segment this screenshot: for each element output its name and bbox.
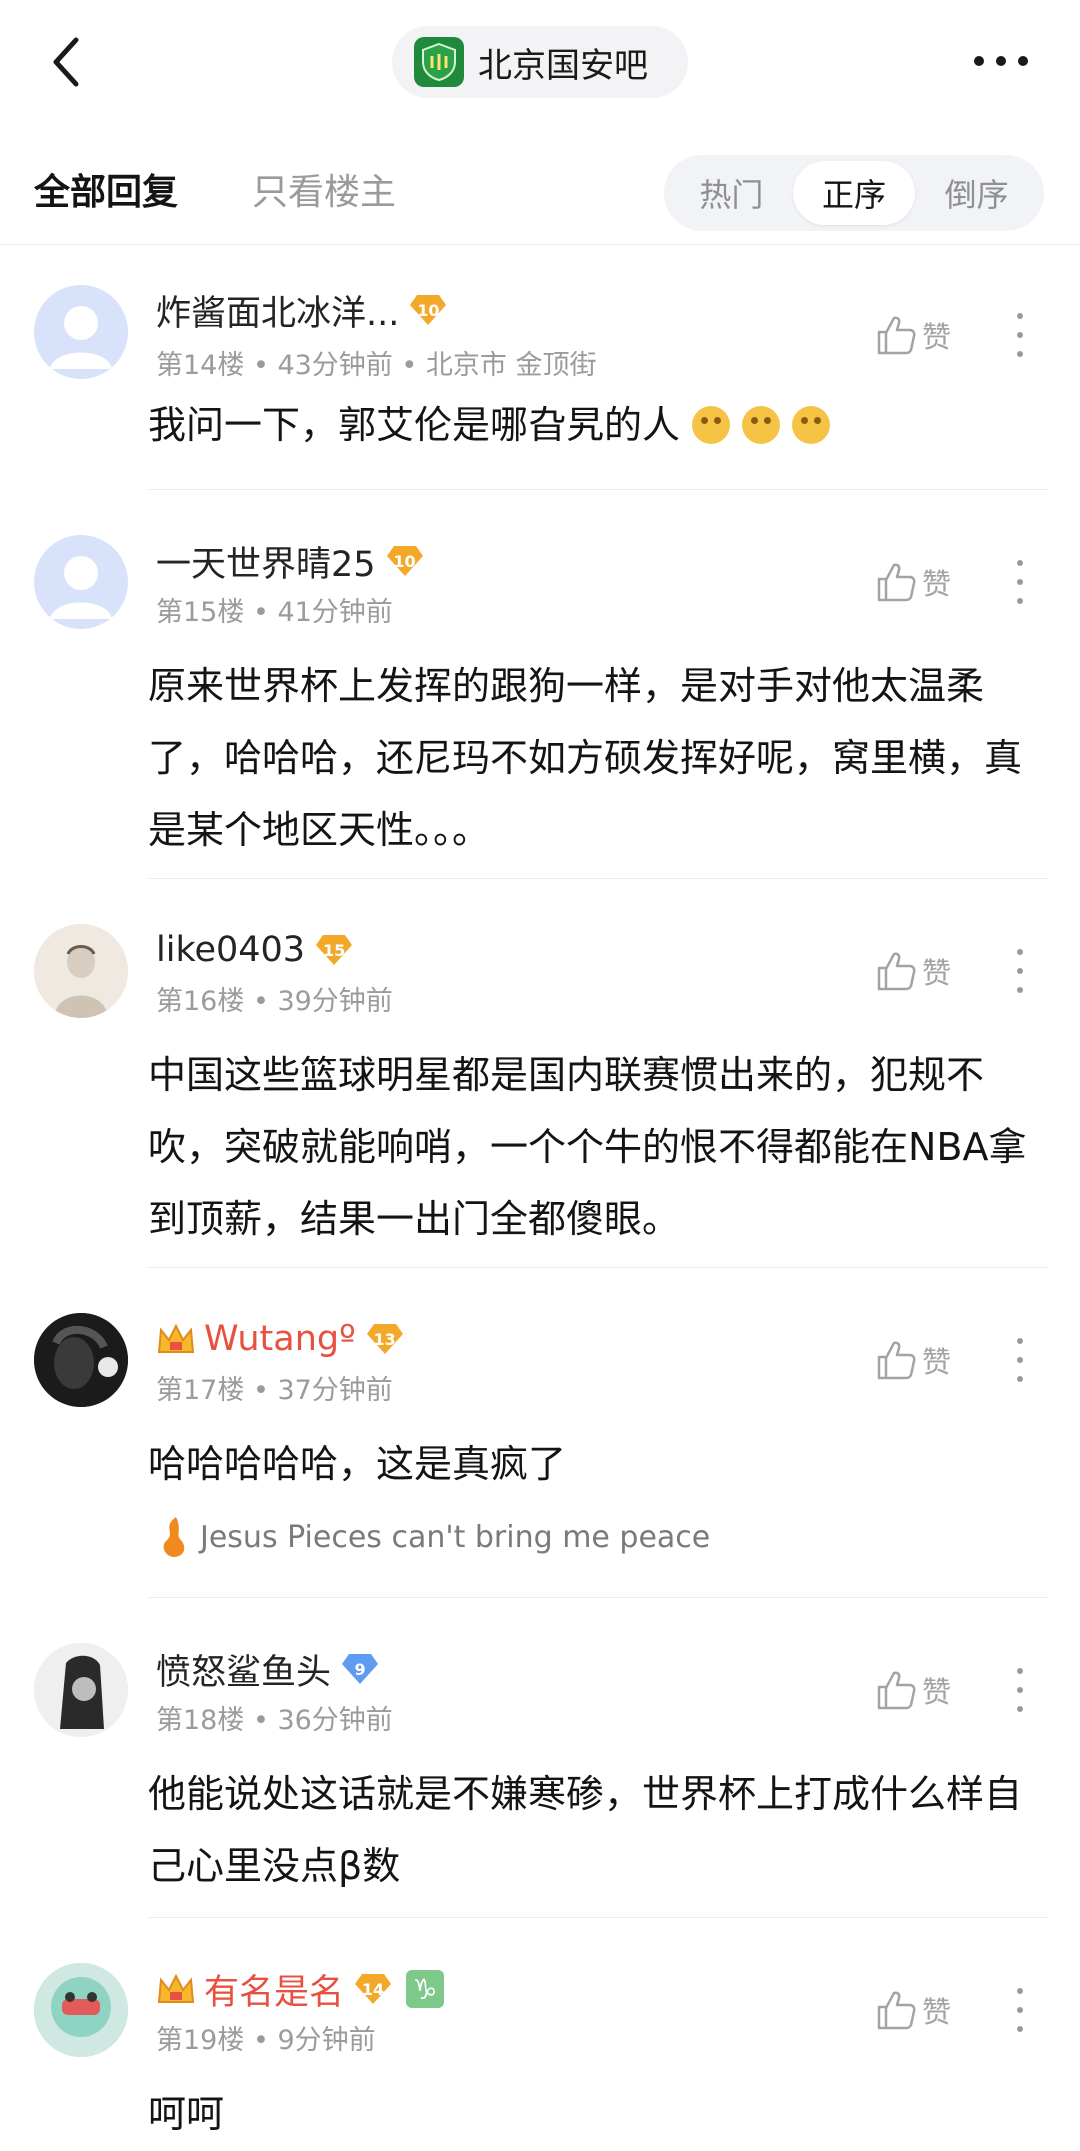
thumbs-up-icon [877,1671,916,1710]
forum-link[interactable]: 北京国安吧 [392,26,688,98]
comment-more-button[interactable] [1008,305,1032,365]
level-badge: 13 [366,1322,404,1356]
level-badge: 9 [341,1652,379,1686]
thumbs-up-icon [877,952,916,991]
comment-item: 愤怒鲨鱼头 9 第18楼 • 36分钟前 赞 他能说处这话就是不嫌寒碜，世界杯上… [0,1598,1080,1918]
post-time: 39分钟前 [277,986,393,1017]
username[interactable]: 有名是名 [204,1964,344,2015]
comment-meta: 第14楼 • 43分钟前 • 北京市 金顶街 [156,350,597,381]
signature: Jesus Pieces can't bring me peace [156,1512,710,1562]
thumbs-up-icon [877,563,916,602]
comment-more-button[interactable] [1008,1330,1032,1390]
comment-text: 他能说处这话就是不嫌寒碜，世界杯上打成什么样自己心里没点β数 [148,1772,1023,1888]
comment-item: 有名是名 14 ♑ 第19楼 • 9分钟前 赞 呵呵 [0,1918,1080,2151]
comment-text: 呵呵 [148,2092,225,2136]
floor-number: 第18楼 [156,1705,245,1736]
thumbs-up-icon [877,316,916,355]
post-time: 41分钟前 [277,597,393,628]
username[interactable]: Wutangº [204,1319,356,1359]
comment-more-button[interactable] [1008,1980,1032,2040]
like-button[interactable]: 赞 [876,310,966,360]
comment-meta: 第16楼 • 39分钟前 [156,986,393,1017]
crown-icon [156,1322,196,1356]
back-button[interactable] [40,30,90,94]
avatar[interactable] [34,924,128,1018]
comment-item: 炸酱面北冰洋... 10 第14楼 • 43分钟前 • 北京市 金顶街 赞 我问… [0,245,1080,490]
floor-number: 第19楼 [156,2025,245,2056]
like-button[interactable]: 赞 [876,1985,966,2035]
comment-meta: 第15楼 • 41分钟前 [156,597,393,628]
comment-text: 我问一下，郭艾伦是哪旮旯的人 [148,389,1048,461]
level-badge: 10 [409,293,447,327]
username[interactable]: 愤怒鲨鱼头 [156,1644,331,1695]
like-button[interactable]: 赞 [876,946,966,996]
capricorn-zodiac-icon: ♑ [406,1970,445,2008]
avatar[interactable] [34,535,128,629]
comment-meta: 第18楼 • 36分钟前 [156,1705,393,1736]
username-row: 有名是名 14 ♑ [156,1964,445,2015]
level-badge: 15 [315,933,353,967]
level-badge: 10 [386,544,424,578]
thumbs-up-icon [877,1991,916,2030]
sort-toggle: 热门 正序 倒序 [664,155,1044,231]
username[interactable]: 炸酱面北冰洋... [156,285,399,336]
username-row: 一天世界晴25 10 [156,536,424,587]
sort-ascending-button[interactable]: 正序 [792,161,916,225]
like-button[interactable]: 赞 [876,1665,966,1715]
chevron-left-icon [53,37,79,87]
post-time: 9分钟前 [277,2025,376,2056]
comment-text: 中国这些篮球明星都是国内联赛惯出来的，犯规不吹，突破就能响哨，一个个牛的恨不得都… [148,1053,1027,1241]
tab-all-replies[interactable]: 全部回复 [34,163,178,215]
smile-emoji-icon [792,406,831,444]
top-bar: 北京国安吧 [0,0,1080,125]
comment-meta: 第19楼 • 9分钟前 [156,2025,376,2056]
location: 北京市 金顶街 [425,350,597,381]
like-button[interactable]: 赞 [876,1335,966,1385]
smile-emoji-icon [692,406,731,444]
comment-text: 原来世界杯上发挥的跟狗一样，是对手对他太温柔了，哈哈哈，还尼玛不如方硕发挥好呢，… [148,664,1023,852]
username[interactable]: like0403 [156,930,305,970]
comment-more-button[interactable] [1008,552,1032,612]
post-time: 43分钟前 [277,350,393,381]
comment-more-button[interactable] [1008,1660,1032,1720]
smile-emoji-icon [742,406,781,444]
avatar[interactable] [34,1643,128,1737]
level-badge: 14 [354,1972,392,2006]
username[interactable]: 一天世界晴25 [156,536,376,587]
thumbs-up-icon [877,1341,916,1380]
more-horizontal-icon [974,56,1028,66]
username-row: 炸酱面北冰洋... 10 [156,285,447,336]
sort-hot-button[interactable]: 热门 [670,161,793,225]
floor-number: 第15楼 [156,597,245,628]
username-row: Wutangº 13 [156,1316,404,1362]
comment-more-button[interactable] [1008,941,1032,1001]
username-row: 愤怒鲨鱼头 9 [156,1644,379,1695]
floor-number: 第17楼 [156,1375,245,1406]
forum-logo-icon [414,37,464,87]
comment-item: Wutangº 13 第17楼 • 37分钟前 赞 哈哈哈哈哈，这是真疯了 Je… [0,1268,1080,1598]
floor-number: 第16楼 [156,986,245,1017]
thread-page: 北京国安吧 全部回复 只看楼主 热门 正序 倒序 炸酱面北冰洋... 10 第1… [0,0,1080,2151]
comment-meta: 第17楼 • 37分钟前 [156,1375,393,1406]
post-time: 37分钟前 [277,1375,393,1406]
crown-icon [156,1972,196,2006]
avatar[interactable] [34,1313,128,1407]
reply-filter-bar: 全部回复 只看楼主 热门 正序 倒序 [0,125,1080,245]
username-row: like0403 15 [156,927,353,973]
sort-descending-button[interactable]: 倒序 [915,161,1038,225]
tab-op-only[interactable]: 只看楼主 [252,163,396,215]
post-time: 36分钟前 [277,1705,393,1736]
floor-number: 第14楼 [156,350,245,381]
comment-item: like0403 15 第16楼 • 39分钟前 赞 中国这些篮球明星都是国内联… [0,879,1080,1268]
comment-text: 哈哈哈哈哈，这是真疯了 [148,1442,567,1486]
comment-item: 一天世界晴25 10 第15楼 • 41分钟前 赞 原来世界杯上发挥的跟狗一样，… [0,490,1080,879]
more-options-button[interactable] [966,36,1036,86]
flame-icon [163,1517,185,1557]
like-button[interactable]: 赞 [876,557,966,607]
avatar[interactable] [34,1963,128,2057]
avatar[interactable] [34,285,128,379]
forum-name: 北京国安吧 [478,45,648,86]
